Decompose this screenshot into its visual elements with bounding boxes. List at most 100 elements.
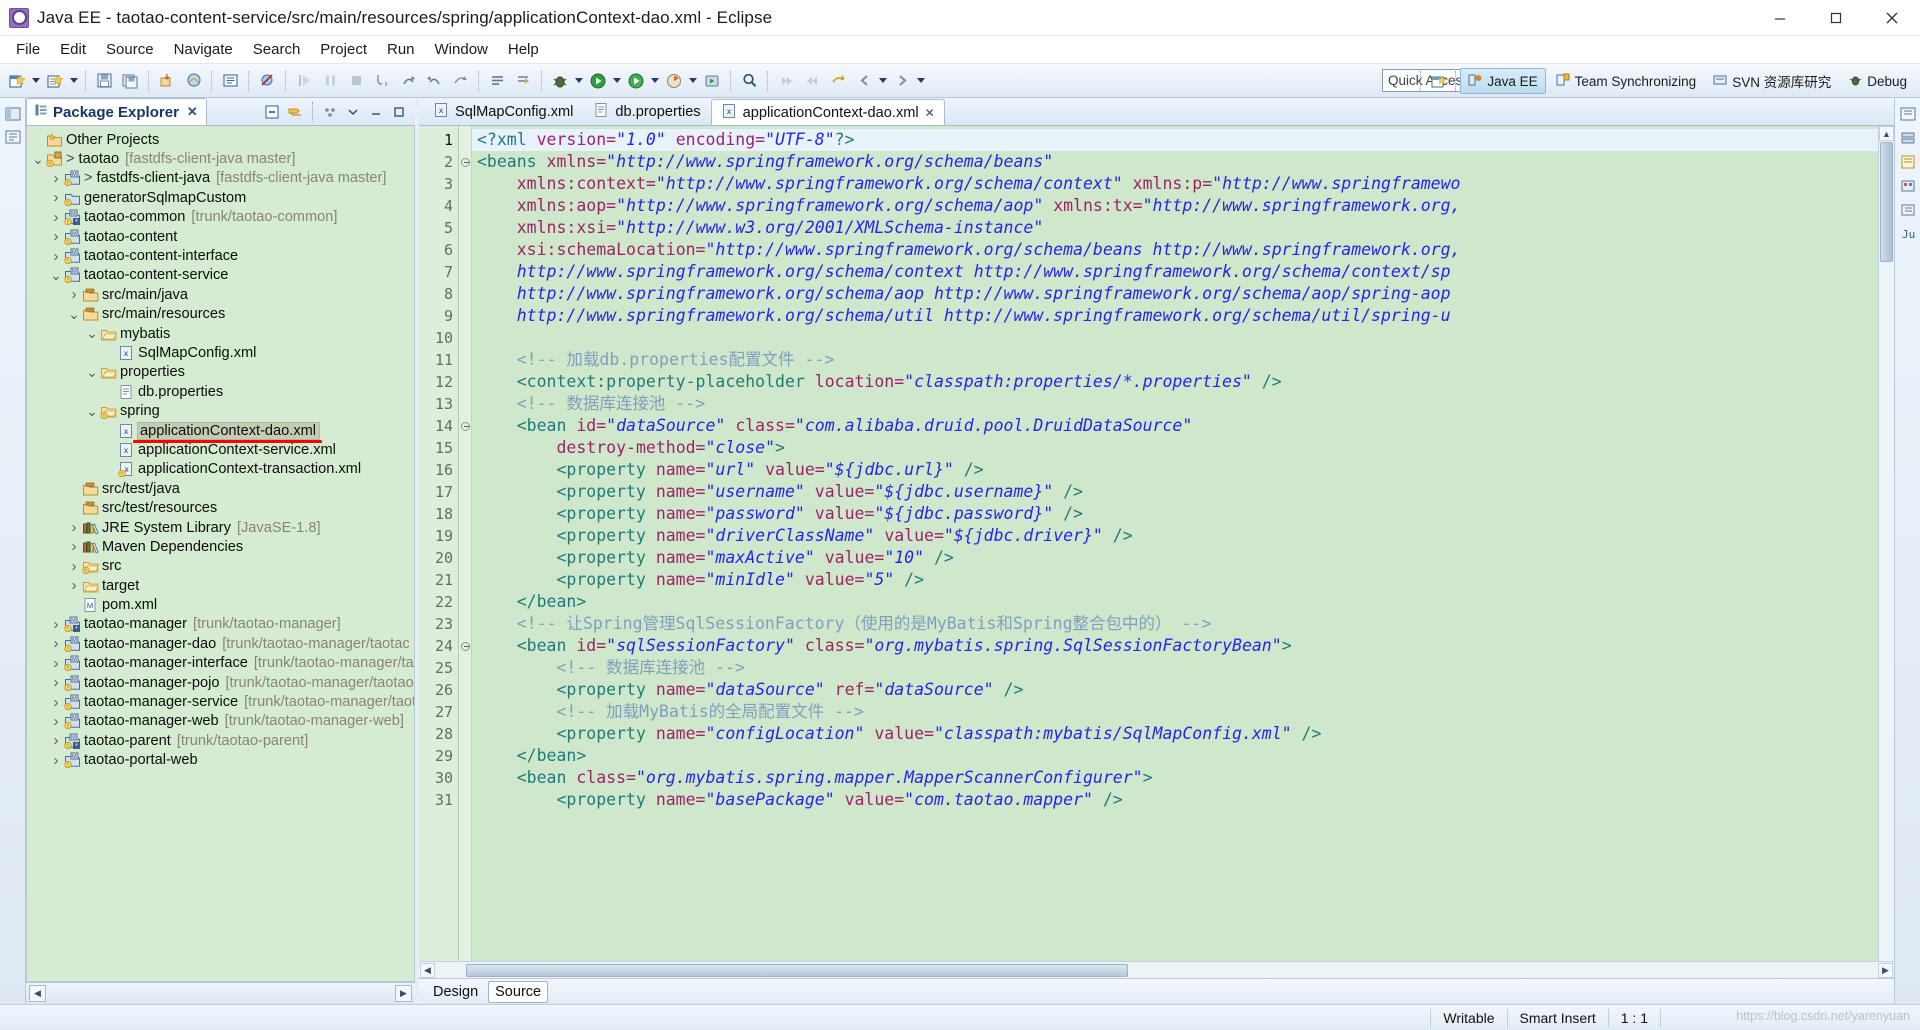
next-annotation-icon[interactable] xyxy=(774,69,798,93)
chevron-right-icon[interactable]: › xyxy=(49,732,63,749)
tree-item-maven-dependencies[interactable]: › Maven Dependencies xyxy=(27,537,414,556)
tree-item-mybatis[interactable]: ⌄ mybatis xyxy=(27,324,414,343)
perspective-svn-资源库研究[interactable]: SVN 资源库研究 xyxy=(1706,68,1838,94)
maximize-button[interactable] xyxy=(1808,0,1864,35)
chevron-right-icon[interactable]: › xyxy=(67,577,81,594)
chevron-down-icon[interactable]: ⌄ xyxy=(85,403,99,419)
open-task-icon[interactable] xyxy=(511,69,535,93)
tree-item-src[interactable]: ›! src xyxy=(27,557,414,576)
tree-item-applicationcontext-service-xml[interactable]: x applicationContext-service.xml xyxy=(27,440,414,459)
scroll-left-icon[interactable]: ◀ xyxy=(29,985,46,1002)
snippets-rail-icon[interactable] xyxy=(1899,154,1917,170)
chevron-right-icon[interactable]: › xyxy=(49,655,63,672)
tree-item-properties[interactable]: ⌄ properties xyxy=(27,363,414,382)
forward-icon[interactable] xyxy=(890,69,914,93)
scroll-right-icon[interactable]: ▶ xyxy=(395,985,412,1002)
tree-item-jre-system-library[interactable]: › JRE System Library [JavaSE-1.8] xyxy=(27,518,414,537)
perspective-team-synchronizing[interactable]: Team Synchronizing xyxy=(1549,68,1704,94)
scroll-left-icon[interactable]: ◀ xyxy=(420,962,435,978)
code-content[interactable]: <?xml version="1.0" encoding="UTF-8"?> <b… xyxy=(472,126,1894,961)
tree-item-src-main-java[interactable]: › src/main/java xyxy=(27,285,414,304)
tree-item-sqlmapconfig-xml[interactable]: x SqlMapConfig.xml xyxy=(27,343,414,362)
menu-search[interactable]: Search xyxy=(243,39,311,60)
resume-icon[interactable] xyxy=(292,69,316,93)
tree-item-fastdfs-client-java[interactable]: › M! > fastdfs-client-java [fastdfs-client-j… xyxy=(27,169,414,188)
project-tree[interactable]: Other Projects ⌄! > taotao [fastdfs-client-j… xyxy=(26,126,415,982)
tree-item-taotao-content-service[interactable]: ⌄ M! taotao-content-service xyxy=(27,266,414,285)
source-editor[interactable]: 1 2 3 4 5 6 7 8 9 10 11 12 13 14 15 16 17 18 19 20 21 22 23 24 2… xyxy=(419,126,1894,961)
tree-item-src-test-java[interactable]: src/test/java xyxy=(27,479,414,498)
terminate-icon[interactable] xyxy=(344,69,368,93)
last-edit-icon[interactable] xyxy=(826,69,850,93)
chevron-down-icon[interactable] xyxy=(343,102,363,122)
view-menu-icon[interactable] xyxy=(320,102,340,122)
run-external-dropdown-icon[interactable] xyxy=(649,69,661,93)
chevron-right-icon[interactable]: › xyxy=(49,635,63,652)
tree-item-taotao-manager-pojo[interactable]: › M! taotao-manager-pojo [trunk/taotao-mana… xyxy=(27,673,415,692)
new-wizard-icon[interactable] xyxy=(5,69,29,93)
tree-item-spring[interactable]: ⌄! spring xyxy=(27,401,414,420)
restore-perspective-icon[interactable] xyxy=(4,106,22,122)
servers-rail-icon[interactable] xyxy=(1899,130,1917,146)
properties-rail-icon[interactable] xyxy=(1899,202,1917,218)
open-perspective-icon[interactable] xyxy=(1425,69,1451,93)
perspective-java-ee[interactable]: Java EE xyxy=(1460,68,1546,94)
save-all-icon[interactable] xyxy=(118,69,142,93)
tree-item-src-main-resources[interactable]: ⌄ src/main/resources xyxy=(27,305,414,324)
chevron-right-icon[interactable]: › xyxy=(67,286,81,303)
minimize-button[interactable] xyxy=(1752,0,1808,35)
new-java-project-dropdown-icon[interactable] xyxy=(68,69,80,93)
suspend-icon[interactable] xyxy=(318,69,342,93)
tree-item-pom-xml[interactable]: Mpom.xml xyxy=(27,595,414,614)
tree-item-taotao-common[interactable]: › M! * taotao-common [trunk/taotao-common] xyxy=(27,208,414,227)
chevron-right-icon[interactable]: › xyxy=(49,616,63,633)
chevron-right-icon[interactable]: › xyxy=(67,558,81,575)
chevron-right-icon[interactable]: › xyxy=(49,248,63,265)
menu-window[interactable]: Window xyxy=(425,39,498,60)
menu-navigate[interactable]: Navigate xyxy=(164,39,243,60)
tree-item-target[interactable]: › target xyxy=(27,576,414,595)
close-icon[interactable]: ✕ xyxy=(187,104,198,120)
close-button[interactable] xyxy=(1864,0,1920,35)
open-type-icon[interactable] xyxy=(485,69,509,93)
tree-item-applicationcontext-dao-xml[interactable]: x applicationContext-dao.xml xyxy=(27,421,414,440)
tree-item-taotao[interactable]: ⌄! > taotao [fastdfs-client-java master] xyxy=(27,149,414,168)
hscroll-track[interactable] xyxy=(437,963,1876,977)
tree-item-taotao-manager-service[interactable]: › M! taotao-manager-service [trunk/taotao-m… xyxy=(27,692,415,711)
tree-item-taotao-content[interactable]: › M! taotao-content xyxy=(27,227,414,246)
new-wizard-dropdown-icon[interactable] xyxy=(30,69,42,93)
editor-tab-applicationcontext-dao-xml[interactable]: x applicationContext-dao.xml ✕ xyxy=(710,99,945,125)
menu-source[interactable]: Source xyxy=(96,39,164,60)
drop-to-frame-icon[interactable] xyxy=(448,69,472,93)
collapse-all-icon[interactable] xyxy=(262,102,282,122)
run-dropdown-icon[interactable] xyxy=(611,69,623,93)
junit-rail-icon[interactable]: Ju xyxy=(1899,226,1917,242)
tree-item-taotao-manager-dao[interactable]: › M! taotao-manager-dao [trunk/taotao-manag… xyxy=(27,634,414,653)
tree-item-taotao-content-interface[interactable]: › M! taotao-content-interface xyxy=(27,246,414,265)
chevron-right-icon[interactable]: › xyxy=(49,189,63,206)
link-with-editor-icon[interactable] xyxy=(285,102,305,122)
chevron-right-icon[interactable]: › xyxy=(49,228,63,245)
fold-toggle-icon[interactable] xyxy=(459,415,471,437)
editor-hscrollbar[interactable]: ◀ ▶ xyxy=(419,961,1894,978)
minimize-view-icon[interactable] xyxy=(366,102,386,122)
tree-item-src-test-resources[interactable]: src/test/resources xyxy=(27,498,414,517)
search-icon[interactable] xyxy=(737,69,761,93)
tree-item-taotao-parent[interactable]: › M! * taotao-parent [trunk/taotao-parent] xyxy=(27,731,414,750)
new-java-project-icon[interactable] xyxy=(43,69,67,93)
package-explorer-hscrollbar[interactable]: ◀ ▶ xyxy=(26,982,415,1004)
export-icon[interactable] xyxy=(155,69,179,93)
scroll-right-icon[interactable]: ▶ xyxy=(1878,962,1893,978)
profile-icon[interactable] xyxy=(662,69,686,93)
step-return-icon[interactable] xyxy=(422,69,446,93)
profile-dropdown-icon[interactable] xyxy=(687,69,699,93)
editor-tab-db-properties[interactable]: db.properties xyxy=(583,99,710,125)
editor-tab-sqlmapconfig-xml[interactable]: x SqlMapConfig.xml xyxy=(423,99,583,125)
chevron-down-icon[interactable]: ⌄ xyxy=(31,151,45,167)
chevron-down-icon[interactable]: ⌄ xyxy=(85,325,99,341)
tab-package-explorer[interactable]: Package Explorer ✕ xyxy=(26,98,207,125)
tree-item-other-projects[interactable]: Other Projects xyxy=(27,130,414,149)
menu-project[interactable]: Project xyxy=(310,39,377,60)
tree-item-taotao-portal-web[interactable]: › M! taotao-portal-web xyxy=(27,751,414,770)
chevron-down-icon[interactable]: ⌄ xyxy=(49,267,63,283)
